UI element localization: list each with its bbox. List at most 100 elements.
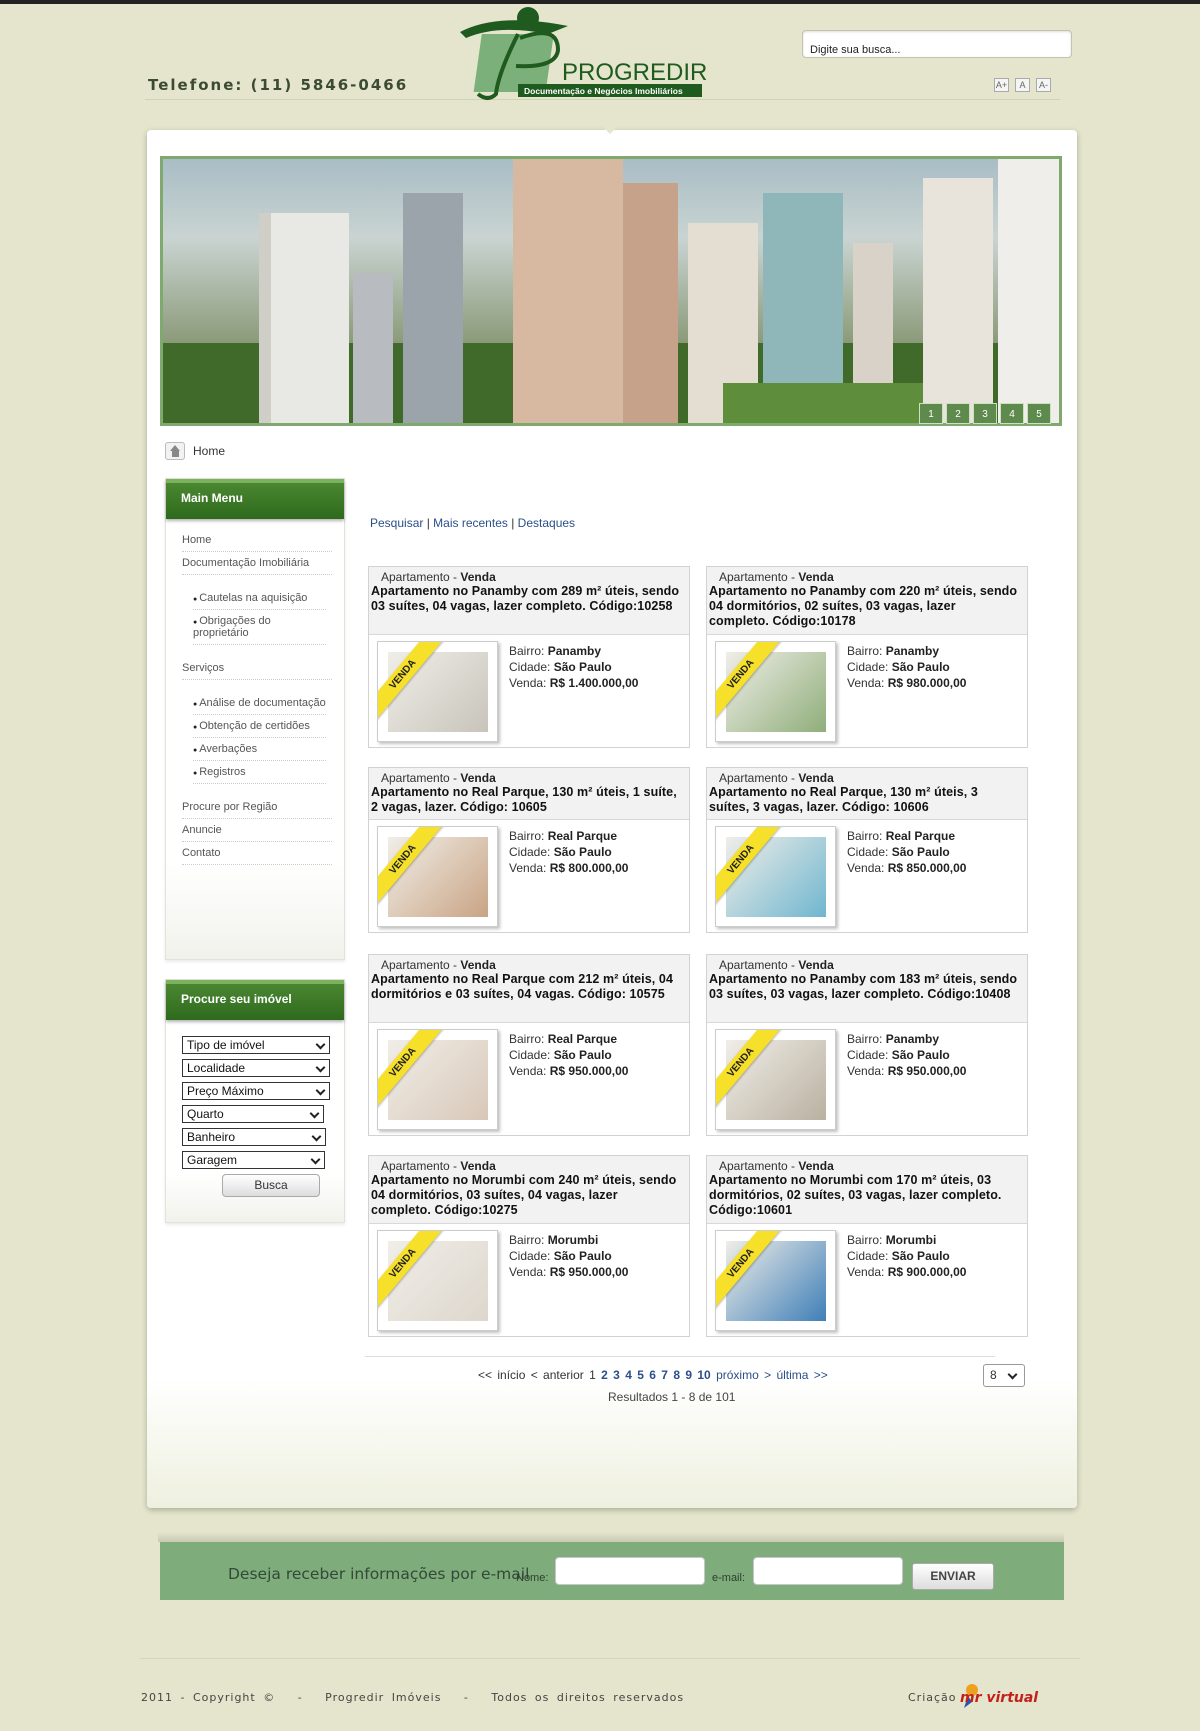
tab-recent[interactable]: Mais recentes	[433, 516, 508, 530]
page-link-7[interactable]: 7	[661, 1368, 668, 1382]
breadcrumb-home[interactable]: Home	[193, 444, 225, 458]
listing-photo[interactable]: VENDA	[715, 1230, 836, 1331]
page-next[interactable]: próximo >	[716, 1368, 771, 1382]
mr-virtual-logo[interactable]: mr virtual	[958, 1680, 1050, 1710]
page-last[interactable]: última >>	[776, 1368, 827, 1382]
listing-photo[interactable]: VENDA	[377, 641, 498, 742]
menu-item-8[interactable]: Averbações	[193, 738, 326, 761]
property-type-select[interactable]: Tipo de imóvel	[182, 1036, 330, 1054]
page-link-4[interactable]: 4	[625, 1368, 632, 1382]
venda-label: Venda:	[509, 1265, 547, 1279]
send-button[interactable]: ENVIAR	[912, 1563, 994, 1590]
slide-5-button[interactable]: 5	[1027, 403, 1051, 424]
menu-item-1[interactable]: Home	[182, 529, 332, 552]
listing-title[interactable]: Apartamento no Panamby com 183 m² úteis,…	[709, 972, 1019, 1002]
slide-3-button[interactable]: 3	[973, 403, 997, 424]
progredir-logo[interactable]: PROGREDIR Documentação e Negócios Imobil…	[458, 4, 733, 112]
menu-item-11[interactable]: Anuncie	[182, 819, 332, 842]
page-link-10[interactable]: 10	[697, 1368, 710, 1382]
menu-item-4[interactable]: Obrigações do proprietário	[193, 610, 326, 645]
page-link-5[interactable]: 5	[637, 1368, 644, 1382]
max-price-select[interactable]: Preço Máximo	[182, 1082, 330, 1100]
listing-info: Bairro: Morumbi Cidade: São Paulo Venda: R…	[847, 1232, 966, 1280]
listing-card[interactable]: Apartamento - Venda Apartamento no Panamb…	[706, 566, 1028, 748]
menu-item-7[interactable]: Obtenção de certidões	[193, 715, 326, 738]
listing-title[interactable]: Apartamento no Panamby com 289 m² úteis,…	[371, 584, 681, 614]
page-link-9[interactable]: 9	[685, 1368, 692, 1382]
menu-item-3[interactable]: Cautelas na aquisição	[193, 587, 326, 610]
home-icon[interactable]	[165, 442, 185, 460]
slide-4-button[interactable]: 4	[1000, 403, 1024, 424]
menu-item-12[interactable]: Contato	[182, 842, 332, 865]
main-menu-title: Main Menu	[166, 479, 344, 519]
garage-select[interactable]: Garagem	[182, 1151, 325, 1169]
price-value: R$ 800.000,00	[549, 861, 629, 875]
venda-label: Venda:	[847, 1265, 885, 1279]
menu-item-2[interactable]: Documentação Imobiliária	[182, 552, 332, 575]
bathrooms-select[interactable]: Banheiro	[182, 1128, 326, 1146]
page-prev[interactable]: < anterior	[531, 1368, 584, 1382]
email-field[interactable]	[753, 1557, 903, 1585]
page-first[interactable]: << início	[478, 1368, 525, 1382]
listing-card[interactable]: Apartamento - Venda Apartamento no Panamb…	[368, 566, 690, 748]
listing-deal: Venda	[460, 1159, 496, 1173]
search-button[interactable]: Busca	[222, 1174, 320, 1197]
font-increase-button[interactable]: A+	[994, 78, 1009, 92]
cidade-value: São Paulo	[553, 845, 612, 859]
slide-2-button[interactable]: 2	[946, 403, 970, 424]
venda-label: Venda:	[509, 1064, 547, 1078]
listing-photo[interactable]: VENDA	[377, 1230, 498, 1331]
font-decrease-button[interactable]: A-	[1036, 78, 1051, 92]
listing-header: Apartamento - Venda Apartamento no Real P…	[369, 955, 689, 1023]
listing-card[interactable]: Apartamento - Venda Apartamento no Panamb…	[706, 954, 1028, 1136]
listing-header: Apartamento - Venda Apartamento no Morumb…	[369, 1156, 689, 1224]
listing-deal: Venda	[460, 958, 496, 972]
listing-photo[interactable]: VENDA	[377, 826, 498, 927]
cidade-label: Cidade:	[847, 1048, 889, 1062]
listing-title[interactable]: Apartamento no Real Parque com 212 m² út…	[371, 972, 681, 1002]
page-link-3[interactable]: 3	[613, 1368, 620, 1382]
search-input[interactable]: Digite sua busca...	[802, 30, 1072, 58]
menu-item-6[interactable]: Análise de documentação	[193, 692, 326, 715]
page-current: 1	[589, 1368, 596, 1382]
cidade-value: São Paulo	[891, 845, 950, 859]
menu-item-10[interactable]: Procure por Região	[182, 796, 332, 819]
page-link-6[interactable]: 6	[649, 1368, 656, 1382]
tab-search[interactable]: Pesquisar	[370, 516, 423, 530]
menu-item-5[interactable]: Serviços	[182, 657, 332, 680]
listing-title[interactable]: Apartamento no Morumbi com 240 m² úteis,…	[371, 1173, 681, 1218]
name-field[interactable]	[555, 1557, 705, 1585]
listing-title[interactable]: Apartamento no Morumbi com 170 m² úteis,…	[709, 1173, 1019, 1218]
font-reset-button[interactable]: A	[1015, 78, 1030, 92]
listing-title[interactable]: Apartamento no Panamby com 220 m² úteis,…	[709, 584, 1019, 629]
name-label: Nome:	[516, 1572, 549, 1584]
listing-photo[interactable]: VENDA	[715, 641, 836, 742]
page-link-8[interactable]: 8	[673, 1368, 680, 1382]
bairro-label: Bairro:	[847, 829, 883, 843]
listing-card[interactable]: Apartamento - Venda Apartamento no Real P…	[706, 767, 1028, 933]
listing-photo[interactable]: VENDA	[715, 826, 836, 927]
listing-title[interactable]: Apartamento no Real Parque, 130 m² úteis…	[709, 785, 1019, 815]
header-notch	[588, 112, 632, 134]
listing-card[interactable]: Apartamento - Venda Apartamento no Morumb…	[368, 1155, 690, 1337]
location-select[interactable]: Localidade	[182, 1059, 330, 1077]
tab-featured[interactable]: Destaques	[518, 516, 575, 530]
listing-card[interactable]: Apartamento - Venda Apartamento no Real P…	[368, 767, 690, 933]
cidade-value: São Paulo	[891, 1048, 950, 1062]
menu-item-9[interactable]: Registros	[193, 761, 326, 784]
listing-photo[interactable]: VENDA	[377, 1029, 498, 1130]
venda-label: Venda:	[509, 861, 547, 875]
listing-card[interactable]: Apartamento - Venda Apartamento no Morumb…	[706, 1155, 1028, 1337]
slide-1-button[interactable]: 1	[919, 403, 943, 424]
listing-type: Apartamento	[381, 570, 450, 584]
page-link-2[interactable]: 2	[601, 1368, 608, 1382]
per-page-select[interactable]: 8	[983, 1364, 1025, 1387]
listing-photo[interactable]: VENDA	[715, 1029, 836, 1130]
listing-card[interactable]: Apartamento - Venda Apartamento no Real P…	[368, 954, 690, 1136]
bairro-value: Panamby	[885, 644, 940, 658]
main-menu-panel: Main Menu HomeDocumentação Imobiliária Ca…	[165, 478, 345, 960]
logo-tagline: Documentação e Negócios Imobiliários	[524, 86, 683, 96]
bedrooms-select[interactable]: Quarto	[182, 1105, 324, 1123]
listing-title[interactable]: Apartamento no Real Parque, 130 m² úteis…	[371, 785, 681, 815]
cidade-value: São Paulo	[553, 660, 612, 674]
